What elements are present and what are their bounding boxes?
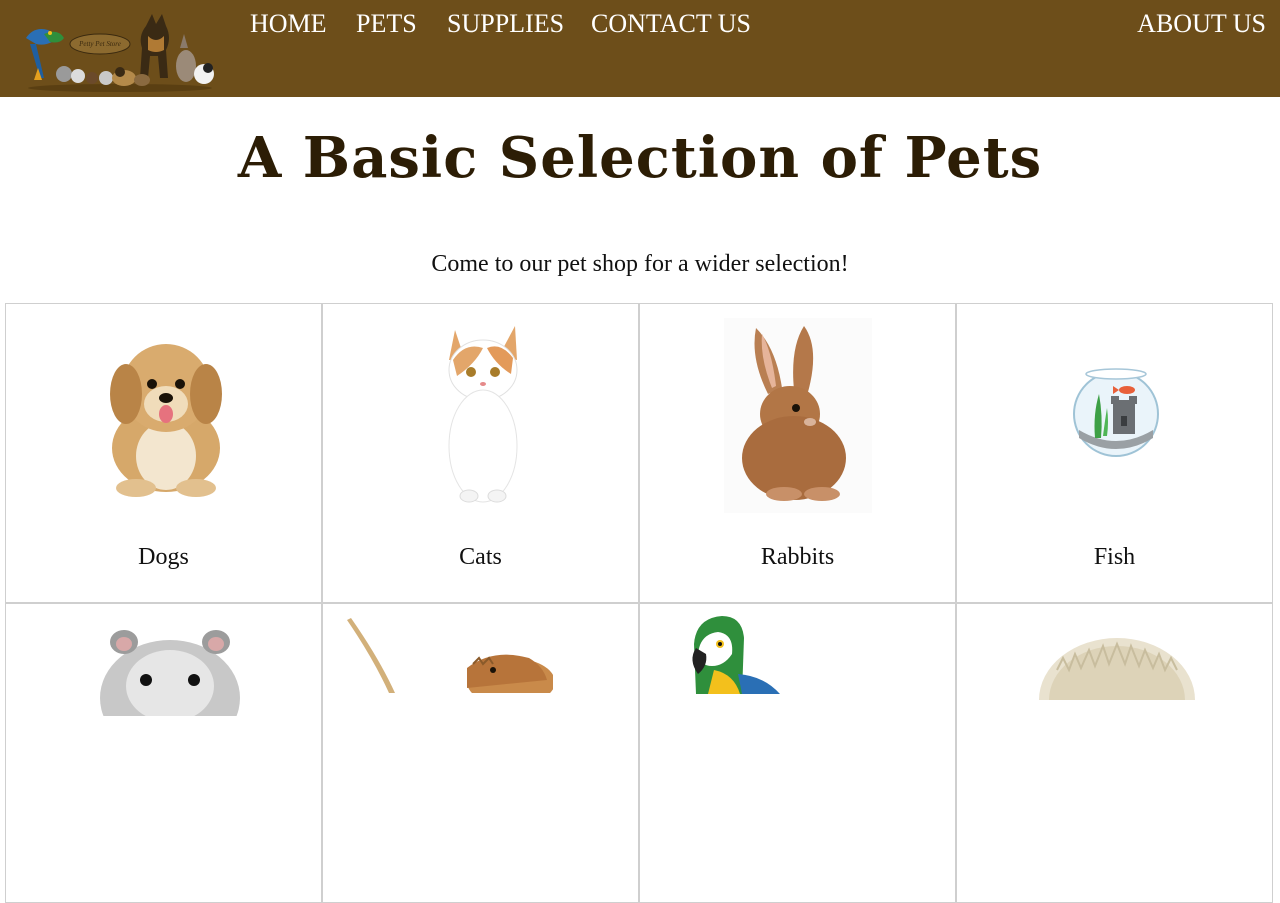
hedgehog-image <box>1039 638 1195 700</box>
pet-card-rabbits[interactable]: Rabbits <box>639 303 956 603</box>
store-logo[interactable]: Petty Pet Store <box>20 8 218 94</box>
rabbit-image <box>724 318 872 513</box>
page-title: A Basic Selection of Pets <box>237 125 1043 191</box>
pet-card-parrot[interactable] <box>639 603 956 903</box>
nav-supplies[interactable]: SUPPLIES <box>447 9 564 39</box>
page-subtitle: Come to our pet shop for a wider selecti… <box>431 251 849 277</box>
pet-card-hamster[interactable] <box>5 603 322 903</box>
site-header: Petty Pet Store HOME PETS SUPPLIES CONTA… <box>0 0 1280 97</box>
nav-home[interactable]: HOME <box>250 9 327 39</box>
pet-label: Fish <box>1093 544 1136 570</box>
dog-image <box>110 344 222 497</box>
pet-label: Cats <box>459 544 502 570</box>
pet-label: Rabbits <box>760 544 835 570</box>
hamster-image <box>100 630 240 716</box>
bearded-dragon-image <box>347 618 553 693</box>
pet-card-hedgehog[interactable] <box>956 603 1273 903</box>
pet-card-fish[interactable]: Fish <box>956 303 1273 603</box>
nav-contact-us[interactable]: CONTACT US <box>591 9 751 39</box>
pet-card-cats[interactable]: Cats <box>322 303 639 603</box>
parrot-image <box>692 616 780 694</box>
pet-label: Dogs <box>138 544 189 570</box>
svg-text:Petty Pet Store: Petty Pet Store <box>78 40 121 48</box>
nav-pets[interactable]: PETS <box>356 9 417 39</box>
pet-card-lizard[interactable] <box>322 603 639 903</box>
pets-logo-icon: Petty Pet Store <box>26 14 214 92</box>
nav-about-us[interactable]: ABOUT US <box>1137 9 1266 39</box>
pet-card-dogs[interactable]: Dogs <box>5 303 322 603</box>
cat-image <box>448 326 518 503</box>
fishbowl-image <box>1073 368 1159 457</box>
pet-grid: Dogs Cats Rabbits Fish <box>5 303 1275 903</box>
